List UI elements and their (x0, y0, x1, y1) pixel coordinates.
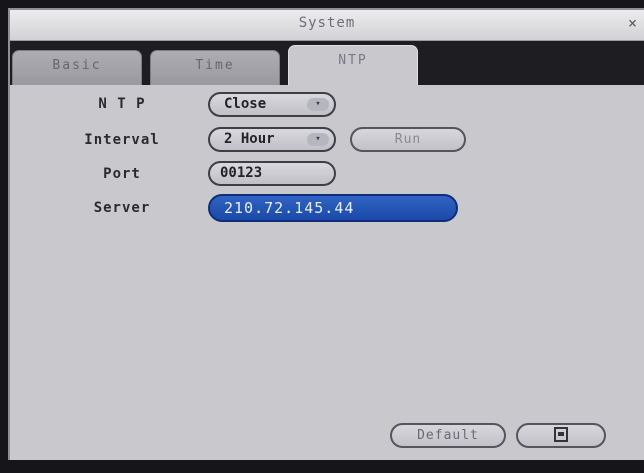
chevron-down-icon: ▾ (307, 133, 329, 146)
interval-value: 2 Hour (224, 131, 275, 147)
save-icon (554, 427, 568, 442)
system-dialog: System × Basic Time NTP N T P Close ▾ In… (8, 8, 644, 460)
window-title: System (298, 15, 356, 31)
tab-basic[interactable]: Basic (12, 50, 142, 85)
run-button[interactable]: Run (350, 127, 466, 152)
close-button[interactable]: × (628, 14, 642, 32)
save-button[interactable] (516, 423, 606, 448)
port-field[interactable]: 00123 (208, 161, 336, 186)
tab-strip: Basic Time NTP (10, 41, 644, 85)
ntp-mode-value: Close (224, 96, 267, 112)
server-label: Server (93, 200, 151, 216)
interval-select[interactable]: 2 Hour ▾ (208, 127, 336, 152)
dvr-screen: System × Basic Time NTP N T P Close ▾ In… (0, 0, 644, 473)
default-button[interactable]: Default (390, 423, 506, 448)
chevron-down-icon: ▾ (307, 98, 329, 111)
tab-time[interactable]: Time (150, 50, 280, 85)
ntp-label: N T P (98, 96, 146, 112)
interval-label: Interval (84, 132, 160, 148)
server-field[interactable]: 210.72.145.44 (208, 194, 458, 222)
title-bar: System × (10, 10, 644, 41)
ntp-mode-select[interactable]: Close ▾ (208, 92, 336, 117)
port-label: Port (103, 166, 141, 182)
tab-ntp[interactable]: NTP (288, 45, 418, 85)
